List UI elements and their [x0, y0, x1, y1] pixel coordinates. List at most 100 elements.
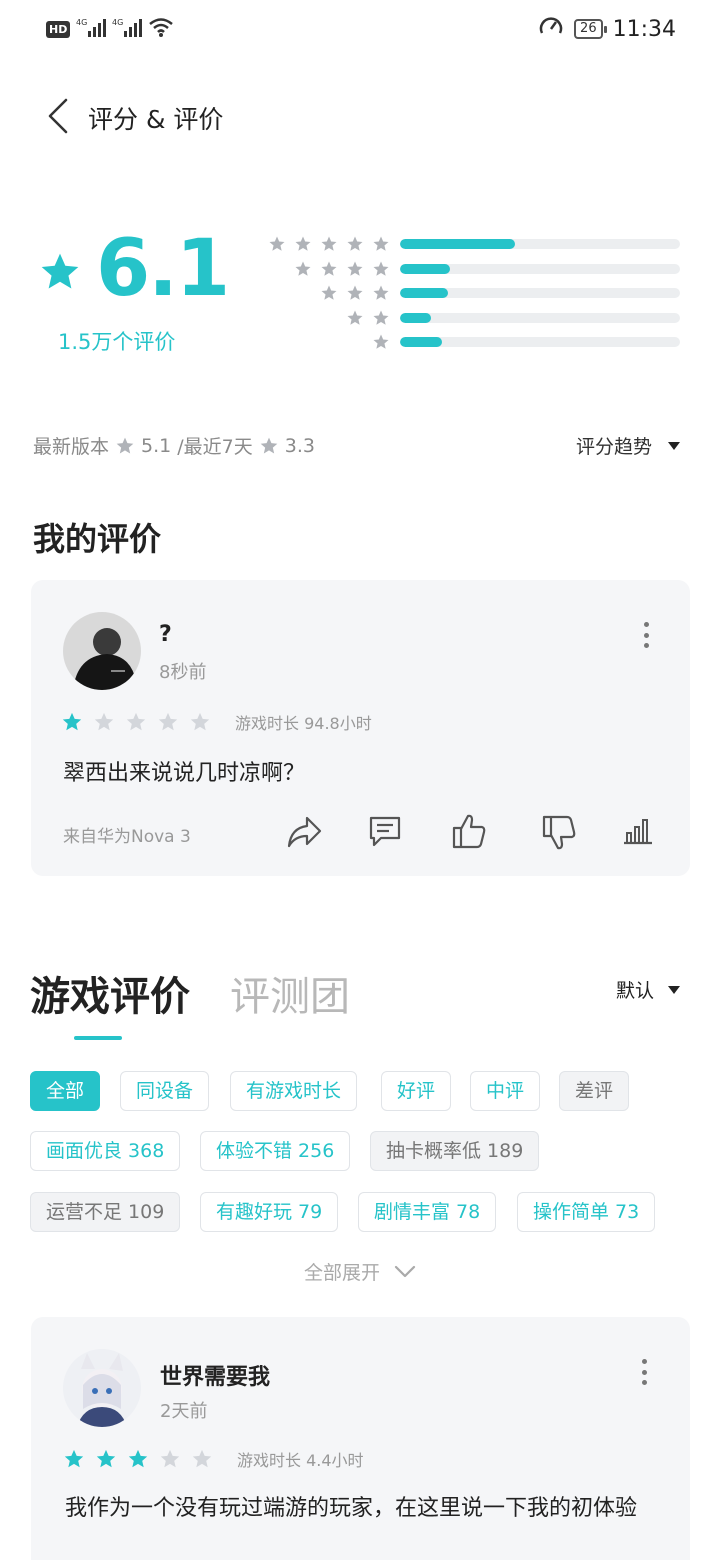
star-icon — [373, 334, 389, 349]
distribution-bar-fill — [400, 312, 431, 323]
device-label: 来自华为Nova 3 — [63, 827, 191, 847]
latest-version-label: 最新版本 — [33, 436, 110, 458]
star-icon — [116, 437, 134, 453]
star-icon — [192, 1449, 212, 1468]
filter-chip-tag[interactable]: 画面优良 368 — [30, 1131, 181, 1171]
expand-all-button[interactable]: 全部展开 — [0, 1258, 720, 1285]
status-left: HD 4G 4G — [46, 16, 174, 42]
filter-chip-tag[interactable]: 抽卡概率低 189 — [370, 1131, 540, 1171]
filter-chip-with-playtime[interactable]: 有游戏时长 — [230, 1071, 358, 1111]
username: ? — [159, 622, 172, 647]
filter-chip-positive[interactable]: 好评 — [381, 1071, 452, 1111]
star-icon — [128, 1449, 148, 1468]
review-count: 1.5万个评价 — [58, 330, 176, 354]
star-icon — [64, 1449, 84, 1468]
sort-label: 默认 — [615, 980, 654, 1002]
more-icon[interactable] — [639, 1359, 649, 1385]
distribution-row — [250, 257, 682, 282]
username: 世界需要我 — [160, 1365, 271, 1390]
back-button[interactable] — [44, 96, 74, 136]
expand-all-label: 全部展开 — [303, 1262, 380, 1284]
hd-icon: HD — [46, 20, 71, 38]
star-icon — [347, 261, 363, 276]
distribution-bar-fill — [400, 337, 442, 348]
more-icon[interactable] — [641, 622, 651, 648]
rating-distribution — [250, 232, 682, 355]
star-icon — [295, 261, 311, 276]
battery-icon: 26 — [574, 19, 607, 39]
star-icon — [321, 236, 337, 251]
rating-trend-dropdown[interactable]: 评分趋势 — [576, 432, 680, 459]
my-review-title: 我的评价 — [33, 520, 162, 558]
rating-trend-label: 评分趋势 — [575, 436, 652, 458]
star-icon — [321, 261, 337, 276]
header: 评分 & 评价 — [0, 90, 720, 142]
star-icon — [190, 712, 210, 731]
average-score: 6.1 — [96, 224, 230, 314]
rating-stars: 游戏时长 94.8小时 — [61, 710, 372, 734]
filter-chip-tag[interactable]: 体验不错 256 — [200, 1131, 351, 1171]
avatar[interactable] — [63, 1349, 141, 1427]
caret-down-icon — [668, 985, 680, 994]
rating-stars: 游戏时长 4.4小时 — [63, 1447, 364, 1471]
thumbs-down-icon[interactable] — [541, 814, 577, 852]
avatar[interactable] — [63, 612, 141, 690]
review-text: 翠西出来说说几时凉啊？ — [63, 761, 306, 786]
filter-chip-tag[interactable]: 剧情丰富 78 — [358, 1192, 497, 1232]
comment-icon[interactable] — [367, 814, 403, 850]
chevron-left-icon — [48, 98, 68, 134]
filter-chip-neutral[interactable]: 中评 — [470, 1071, 541, 1111]
svg-text:4G: 4G — [76, 18, 87, 27]
star-icon — [373, 236, 389, 251]
my-review-card: ? 8秒前 游戏时长 94.8小时 翠西出来说说几时凉啊？ 来自华为Nova 3 — [31, 580, 690, 876]
distribution-row — [250, 232, 682, 257]
distribution-stars — [250, 260, 390, 278]
star-icon — [347, 236, 363, 251]
distribution-bar-fill — [400, 239, 515, 250]
review-card: 世界需要我 2天前 游戏时长 4.4小时 我作为一个没有玩过端游的玩家，在这里说… — [31, 1317, 690, 1560]
star-icon — [160, 1449, 180, 1468]
star-icon — [158, 712, 178, 731]
filter-chip-tag[interactable]: 运营不足 109 — [30, 1192, 181, 1232]
sort-dropdown[interactable]: 默认 — [616, 976, 680, 1003]
speedometer-icon — [538, 14, 564, 44]
star-icon — [269, 236, 285, 251]
star-icon — [62, 712, 82, 731]
star-icon — [96, 1449, 116, 1468]
filter-chip-same-device[interactable]: 同设备 — [120, 1071, 210, 1111]
caret-down-icon — [668, 441, 680, 450]
share-icon[interactable] — [285, 814, 323, 850]
distribution-bar — [400, 337, 680, 348]
star-icon — [41, 253, 79, 289]
tab-game-reviews[interactable]: 游戏评价 — [30, 964, 190, 1022]
star-icon — [347, 310, 363, 325]
star-icon — [321, 285, 337, 300]
distribution-bar — [400, 288, 680, 299]
distribution-bar — [400, 312, 680, 323]
distribution-bar — [400, 239, 680, 250]
thumbs-up-icon[interactable] — [451, 812, 487, 850]
signal-icon-2: 4G — [112, 17, 143, 42]
distribution-stars — [250, 235, 390, 253]
distribution-stars — [250, 309, 390, 327]
filter-chip-tag[interactable]: 操作简单 73 — [517, 1192, 656, 1232]
star-icon — [295, 236, 311, 251]
stats-icon[interactable] — [623, 816, 653, 846]
signal-icon-1: 4G — [76, 17, 107, 42]
clock: 11:34 — [612, 16, 676, 42]
star-icon — [260, 437, 278, 453]
review-time: 8秒前 — [159, 662, 207, 683]
svg-text:4G: 4G — [112, 18, 123, 27]
distribution-row — [250, 306, 682, 331]
star-icon — [126, 712, 146, 731]
tab-review-team[interactable]: 评测团 — [230, 964, 350, 1022]
playtime-label: 游戏时长 94.8小时 — [235, 714, 372, 733]
filter-chip-all[interactable]: 全部 — [30, 1071, 101, 1111]
star-icon — [347, 285, 363, 300]
filter-chip-tag[interactable]: 有趣好玩 79 — [200, 1192, 339, 1232]
chevron-down-icon — [394, 1265, 416, 1277]
filter-chip-negative[interactable]: 差评 — [559, 1071, 630, 1111]
playtime-label: 游戏时长 4.4小时 — [237, 1451, 364, 1470]
review-time: 2天前 — [160, 1401, 208, 1422]
page-title: 评分 & 评价 — [88, 105, 224, 134]
